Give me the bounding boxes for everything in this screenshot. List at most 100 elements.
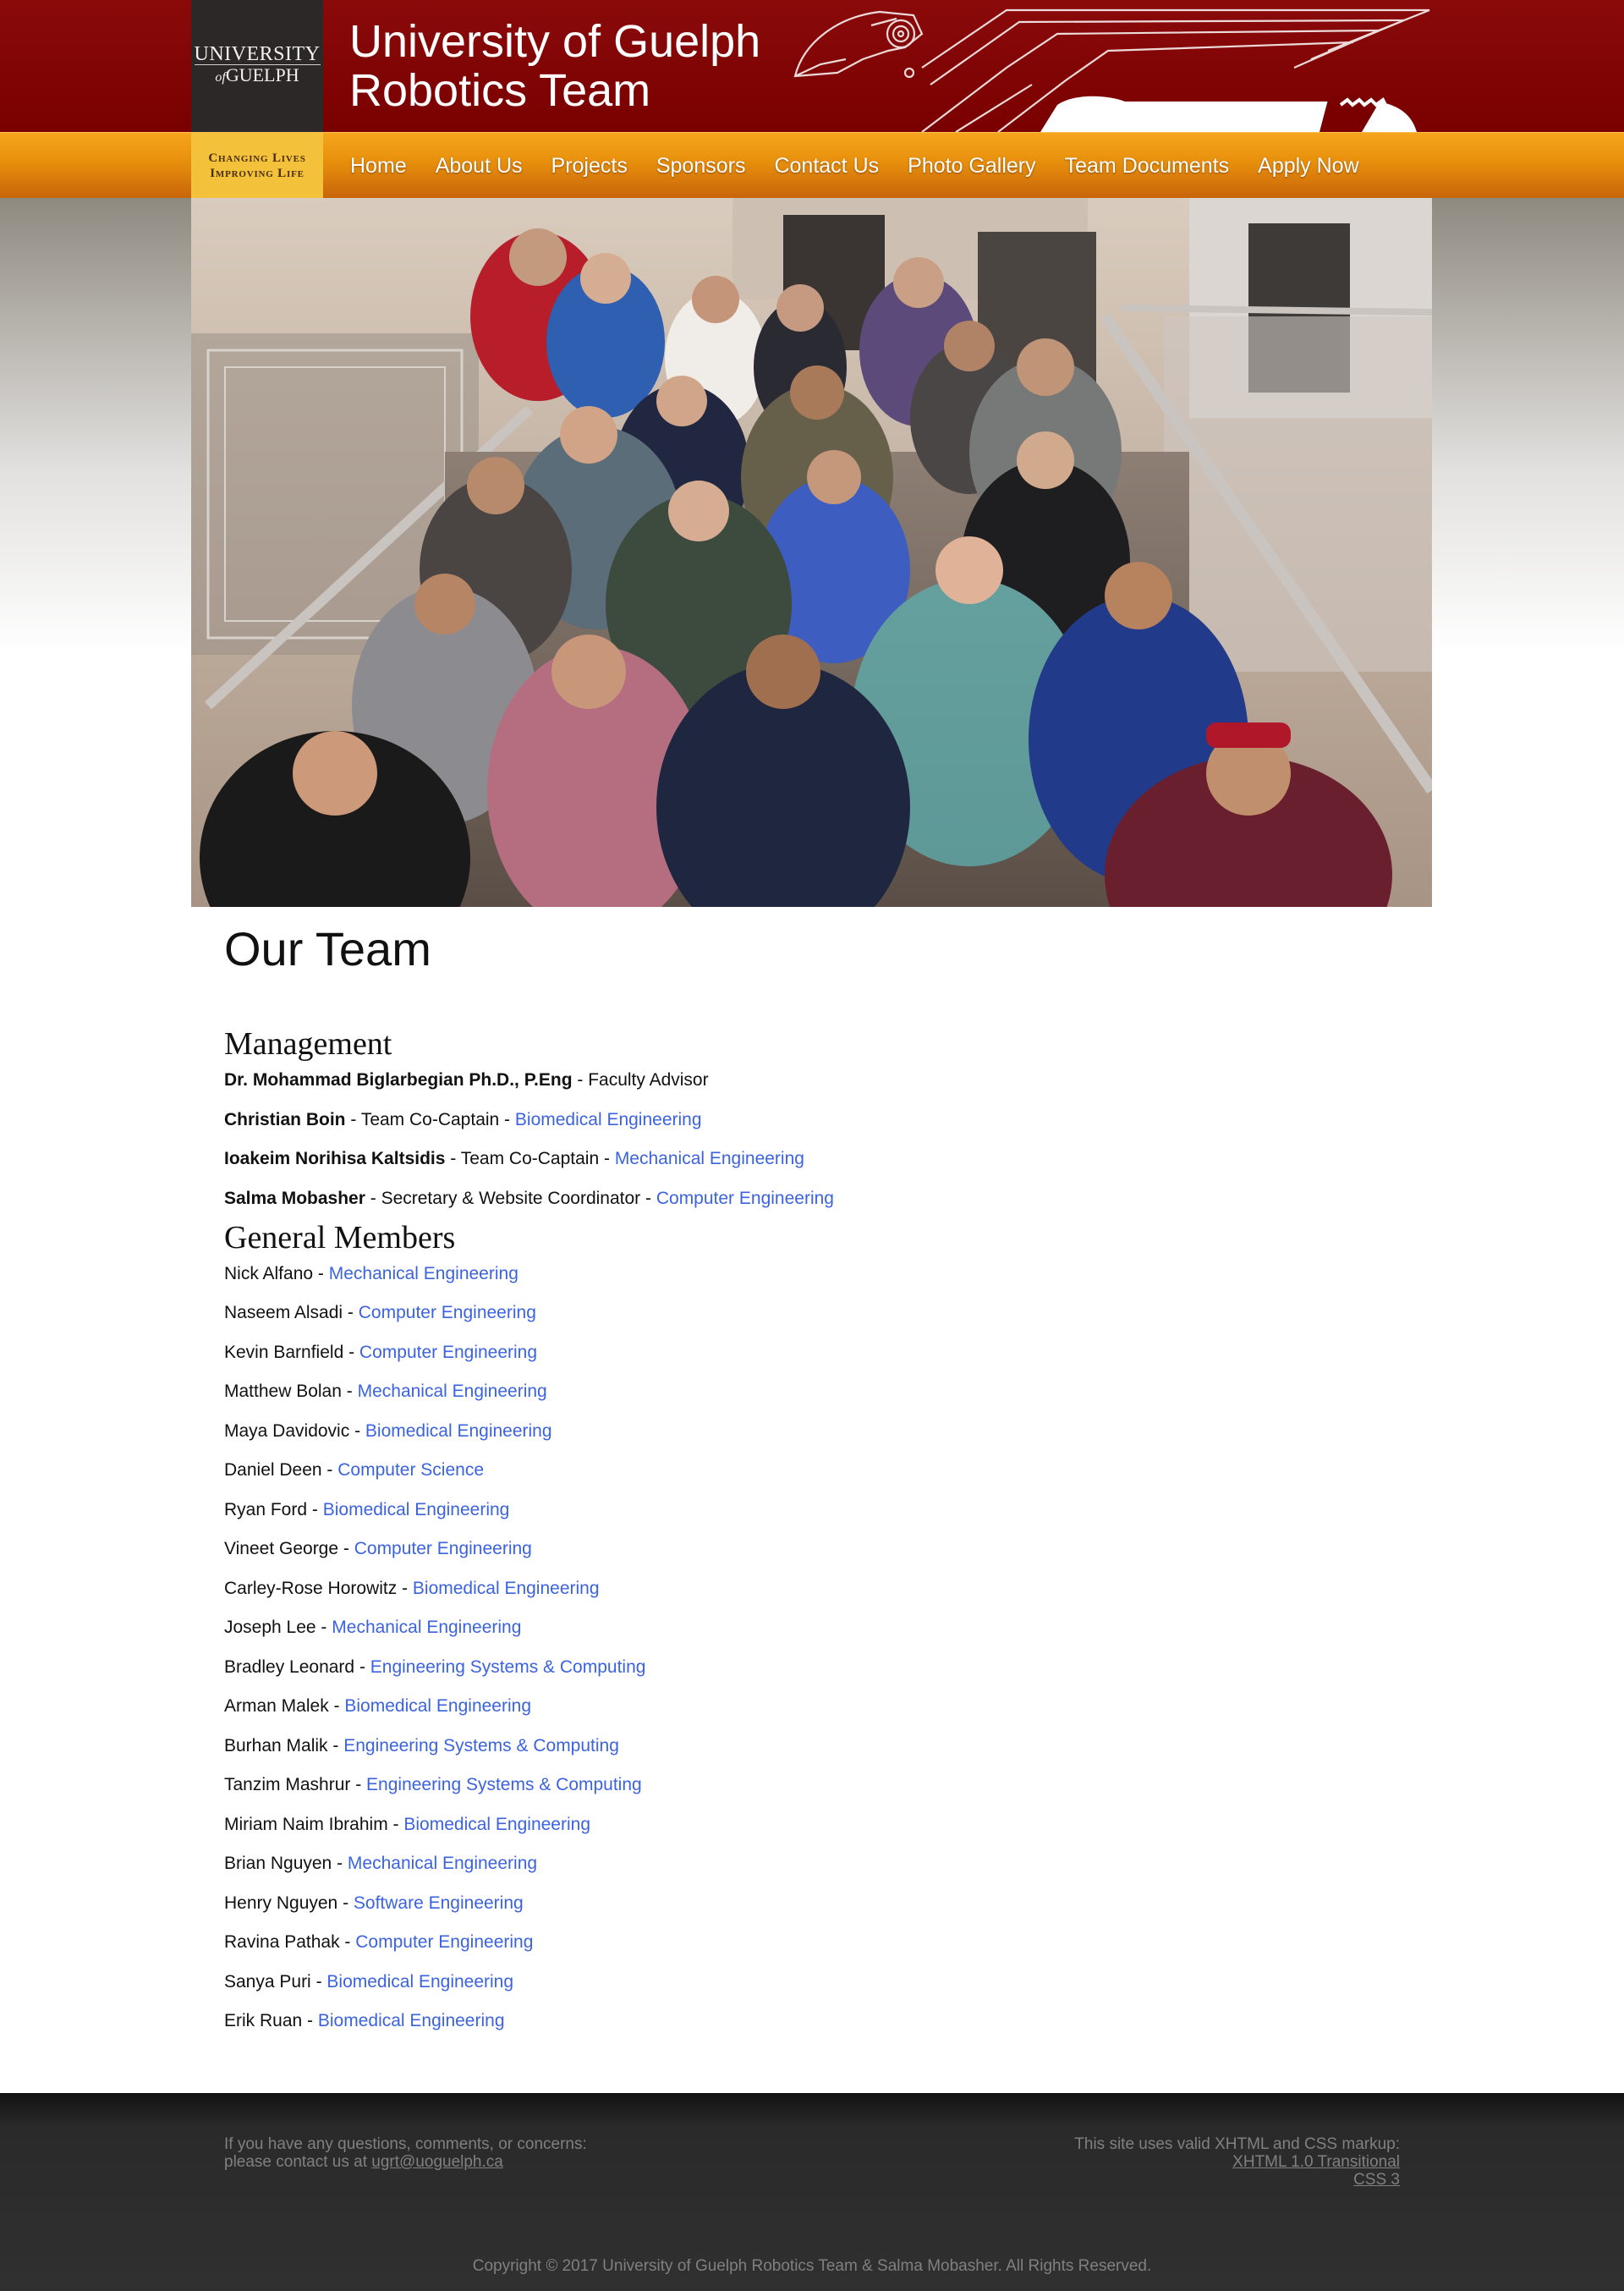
- separator: -: [397, 1578, 413, 1598]
- copyright-text: Copyright © 2017 University of Guelph Ro…: [472, 2257, 1152, 2275]
- nav-link-about-us[interactable]: About Us: [422, 154, 536, 179]
- separator: -: [315, 1618, 332, 1637]
- member-department: Computer Science: [337, 1460, 484, 1480]
- general-member: Erik Ruan - Biomedical Engineering: [224, 2010, 1408, 2031]
- member-department: Biomedical Engineering: [322, 1499, 510, 1519]
- member-department: Mechanical Engineering: [614, 1149, 804, 1168]
- footer-contact-line1: If you have any questions, comments, or …: [224, 2135, 587, 2153]
- member-name: Kevin Barnfield: [224, 1342, 344, 1362]
- member-name: Brian Nguyen: [224, 1854, 332, 1873]
- nav-link-home[interactable]: Home: [337, 154, 420, 179]
- logo-guelph-word: GUELPH: [225, 64, 299, 85]
- separator: -: [349, 1420, 365, 1441]
- motto-line1: Changing Lives: [208, 151, 306, 165]
- general-member: Joseph Lee - Mechanical Engineering: [224, 1617, 1408, 1638]
- xhtml-validation-link[interactable]: XHTML 1.0 Transitional: [1232, 2153, 1400, 2171]
- member-department: Engineering Systems & Computing: [370, 1656, 646, 1677]
- member-name: Ryan Ford: [224, 1499, 308, 1519]
- separator: -: [332, 1854, 348, 1873]
- member-department: Biomedical Engineering: [317, 2011, 505, 2030]
- site-header: UNIVERSITY ofGUELPH University of Guelph…: [0, 0, 1624, 132]
- logo-guelph-text: ofGUELPH: [215, 65, 299, 88]
- separator: -: [341, 1382, 358, 1401]
- css-validation-link[interactable]: CSS 3: [1353, 2171, 1400, 2189]
- member-department: Mechanical Engineering: [347, 1854, 538, 1873]
- member-name: Salma Mobasher: [224, 1188, 365, 1208]
- university-logo[interactable]: UNIVERSITY ofGUELPH: [191, 0, 323, 132]
- separator: -: [343, 1342, 359, 1362]
- general-member: Carley-Rose Horowitz - Biomedical Engine…: [224, 1578, 1408, 1599]
- member-department: Mechanical Engineering: [328, 1263, 518, 1283]
- nav-link-team-documents[interactable]: Team Documents: [1051, 154, 1243, 179]
- member-department: Computer Engineering: [656, 1188, 834, 1208]
- member-name: Christian Boin: [224, 1109, 346, 1129]
- separator: -: [302, 2011, 318, 2030]
- member-name: Miriam Naim Ibrahim: [224, 1814, 388, 1834]
- management-member: Dr. Mohammad Biglarbegian Ph.D., P.Eng -…: [224, 1069, 1408, 1091]
- separator: -: [307, 1499, 323, 1519]
- member-name: Vineet George: [224, 1539, 339, 1558]
- main-content: Our Team Management Dr. Mohammad Biglarb…: [224, 922, 1408, 2050]
- separator: -: [328, 1696, 345, 1716]
- member-role: Secretary & Website Coordinator: [381, 1188, 641, 1208]
- management-heading: Management: [224, 1026, 392, 1062]
- separator: -: [599, 1149, 615, 1168]
- separator: -: [343, 1303, 359, 1322]
- nav-link-sponsors[interactable]: Sponsors: [643, 154, 760, 179]
- member-name: Carley-Rose Horowitz: [224, 1578, 398, 1598]
- general-member: Matthew Bolan - Mechanical Engineering: [224, 1381, 1408, 1402]
- separator: -: [310, 1971, 327, 1992]
- general-member: Miriam Naim Ibrahim - Biomedical Enginee…: [224, 1814, 1408, 1835]
- management-member: Salma Mobasher - Secretary & Website Coo…: [224, 1188, 1408, 1209]
- member-name: Naseem Alsadi: [224, 1303, 343, 1322]
- member-department: Engineering Systems & Computing: [343, 1735, 619, 1755]
- separator: -: [321, 1460, 338, 1480]
- member-name: Joseph Lee: [224, 1618, 316, 1637]
- member-name: Nick Alfano: [224, 1263, 314, 1283]
- member-department: Software Engineering: [353, 1893, 524, 1913]
- member-department: Computer Engineering: [354, 1539, 532, 1558]
- member-department: Engineering Systems & Computing: [366, 1775, 642, 1794]
- member-department: Computer Engineering: [358, 1303, 536, 1322]
- site-title-line1: University of Guelph: [349, 16, 761, 67]
- member-department: Mechanical Engineering: [332, 1618, 522, 1637]
- main-navigation: Changing Lives Improving Life Home About…: [0, 132, 1624, 199]
- site-title-line2: Robotics Team: [349, 65, 651, 116]
- general-member: Arman Malek - Biomedical Engineering: [224, 1695, 1408, 1717]
- member-department: Biomedical Engineering: [514, 1109, 702, 1129]
- separator: -: [365, 1188, 381, 1208]
- separator: -: [387, 1814, 404, 1834]
- nav-link-apply-now[interactable]: Apply Now: [1244, 154, 1373, 179]
- member-department: Biomedical Engineering: [412, 1578, 600, 1598]
- separator: -: [313, 1263, 329, 1283]
- member-department: Biomedical Engineering: [403, 1814, 590, 1834]
- general-member: Tanzim Mashrur - Engineering Systems & C…: [224, 1774, 1408, 1795]
- member-name: Burhan Malik: [224, 1735, 328, 1755]
- general-member: Kevin Barnfield - Computer Engineering: [224, 1342, 1408, 1363]
- separator: -: [640, 1188, 656, 1208]
- nav-link-contact-us[interactable]: Contact Us: [760, 154, 892, 179]
- separator: -: [327, 1735, 344, 1755]
- management-member: Christian Boin - Team Co-Captain - Biome…: [224, 1109, 1408, 1130]
- contact-email-link[interactable]: ugrt@uoguelph.ca: [371, 2153, 503, 2171]
- member-name: Ravina Pathak: [224, 1932, 340, 1952]
- separator: -: [338, 1539, 354, 1558]
- nav-link-photo-gallery[interactable]: Photo Gallery: [894, 154, 1049, 179]
- member-name: Sanya Puri: [224, 1971, 311, 1992]
- logo-of-text: of: [215, 70, 226, 85]
- member-department: Biomedical Engineering: [365, 1420, 552, 1441]
- member-name: Dr. Mohammad Biglarbegian Ph.D., P.Eng: [224, 1070, 573, 1090]
- footer-validation-text: This site uses valid XHTML and CSS marku…: [1074, 2135, 1400, 2153]
- separator: -: [350, 1775, 367, 1794]
- member-name: Matthew Bolan: [224, 1382, 342, 1401]
- nav-link-projects[interactable]: Projects: [538, 154, 641, 179]
- member-name: Daniel Deen: [224, 1460, 322, 1480]
- general-member: Daniel Deen - Computer Science: [224, 1459, 1408, 1481]
- separator: -: [339, 1932, 356, 1952]
- member-role: Faculty Advisor: [588, 1070, 709, 1090]
- separator: -: [499, 1109, 515, 1129]
- member-department: Mechanical Engineering: [357, 1382, 547, 1401]
- member-name: Tanzim Mashrur: [224, 1775, 351, 1794]
- member-name: Erik Ruan: [224, 2011, 303, 2030]
- general-member: Brian Nguyen - Mechanical Engineering: [224, 1853, 1408, 1874]
